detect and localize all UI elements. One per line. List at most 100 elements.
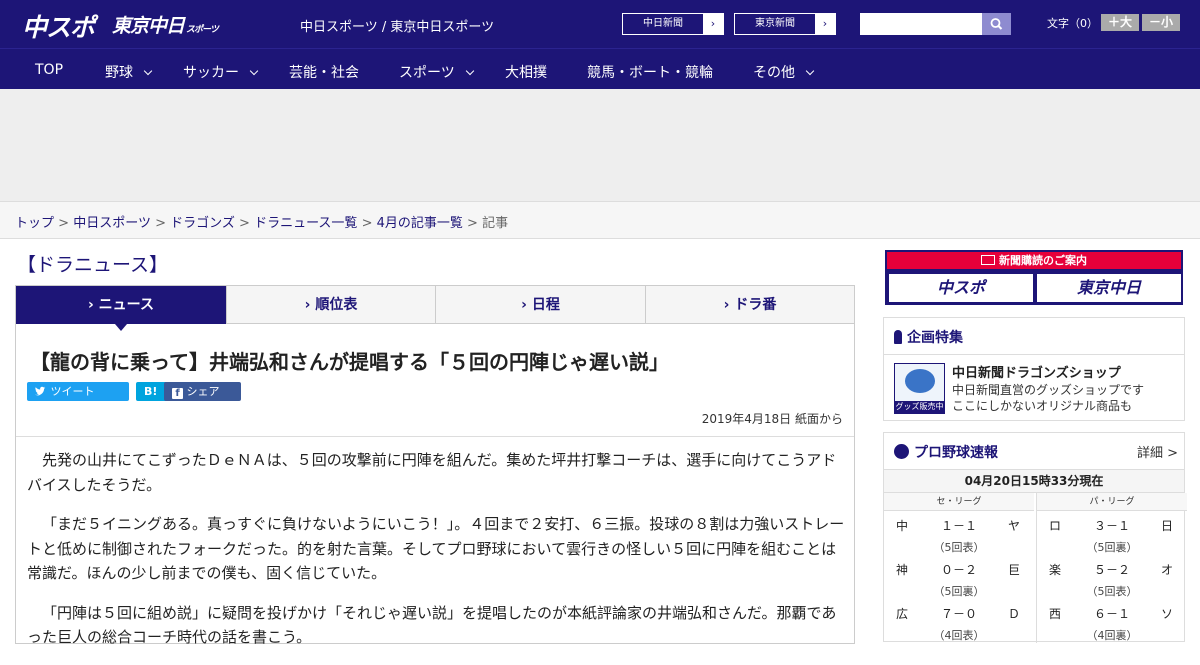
breadcrumb-dragons[interactable]: ドラゴンズ [170, 216, 235, 231]
tokyo-shimbun-label: 東京新聞 [755, 18, 795, 29]
game-score[interactable]: ロ ３－１ 日 （5回裏） [1037, 513, 1187, 557]
breadcrumb-separator: > [155, 216, 166, 231]
breadcrumb-top[interactable]: トップ [15, 216, 54, 231]
tab-label: ドラ番 [734, 297, 777, 313]
hatena-icon: B! [144, 385, 158, 398]
nav-item-sports[interactable]: スポーツ [399, 62, 474, 82]
scores-timestamp: 04月20日15時33分現在 [884, 469, 1184, 493]
away-team: Ｄ [1007, 607, 1020, 621]
nav-item-soccer[interactable]: サッカー [183, 62, 259, 82]
chevron-down-icon [805, 66, 815, 76]
tweet-label: ツイート [50, 385, 95, 398]
away-team: ヤ [1007, 519, 1020, 533]
breadcrumb-separator: > [239, 216, 250, 231]
breadcrumb-separator: > [58, 216, 70, 231]
game-status: （4回裏） [1086, 629, 1138, 642]
chunichi-shimbun-link[interactable]: 中日新聞 › [622, 13, 724, 35]
feature-heading-text: 企画特集 [907, 330, 963, 346]
article-headline: 【龍の背に乗って】井端弘和さんが提唱する「５回の円陣じゃ遅い説」 [30, 350, 669, 374]
pacific-league-label: パ・リーグ [1037, 493, 1187, 511]
away-team: 巨 [1007, 563, 1020, 577]
article-paragraph: 「円陣は５回に組め説」に疑問を投げかけ「それじゃ遅い説」を提唱したのが本紙評論家… [27, 603, 837, 647]
tab-label: 日程 [531, 297, 560, 313]
game-score[interactable]: 楽 ５－２ オ （5回表） [1037, 557, 1187, 601]
mascot-image [904, 369, 935, 393]
nav-label: 芸能・社会 [289, 65, 359, 81]
feature-desc-line: 中日新聞直営のグッズショップです [952, 383, 1145, 397]
tab-label: 順位表 [315, 297, 358, 313]
tokyo-chunichi-logo[interactable]: 東京中日 スポーツ [112, 11, 219, 38]
tab-news[interactable]: › ニュース [16, 286, 227, 331]
away-team: オ [1160, 563, 1173, 577]
facebook-icon: f [172, 388, 183, 399]
baseball-icon [894, 444, 909, 459]
tab-standings[interactable]: › 順位表 [227, 286, 436, 324]
facebook-share-button[interactable]: f シェア 58 [164, 382, 241, 417]
dragons-shop-thumbnail[interactable]: グッズ販売中 [894, 363, 945, 414]
tab-schedule[interactable]: › 日程 [436, 286, 646, 324]
font-smaller-button[interactable]: －小 [1142, 14, 1180, 31]
tokyo-logo-text: 東京中日 [112, 15, 185, 37]
tokyo-shimbun-link[interactable]: 東京新聞 › [734, 13, 836, 35]
game-score[interactable]: 神 ０－２ 巨 （5回裏） [884, 557, 1034, 601]
nav-label: 大相撲 [505, 65, 547, 81]
tab-dora-ban[interactable]: › ドラ番 [646, 286, 854, 324]
nav-item-sumo[interactable]: 大相撲 [505, 62, 547, 82]
article-date: 2019年4月18日 紙面から [701, 412, 843, 426]
subscription-banner[interactable]: 新聞購読のご案内 中スポ 東京中日 [885, 250, 1183, 305]
font-larger-button[interactable]: ＋大 [1101, 14, 1139, 31]
nav-item-top[interactable]: TOP [35, 62, 63, 78]
article-paragraph: 「まだ５イニングある。真っすぐに負けないようにいこう！」。４回まで２安打、６三振… [27, 515, 845, 582]
game-status: （5回表） [933, 541, 985, 554]
chusupo-logo[interactable]: 中スポ [22, 8, 95, 44]
breadcrumb-chunichi-sports[interactable]: 中日スポーツ [73, 216, 151, 231]
tokyo-chunichi-subscribe-logo[interactable]: 東京中日 [1037, 274, 1181, 302]
game-score[interactable]: 広 ７－０ Ｄ （4回表） [884, 601, 1034, 645]
search-button[interactable] [982, 13, 1011, 35]
scores-detail-link[interactable]: 詳細 > [1137, 442, 1178, 461]
game-status: （5回裏） [933, 585, 985, 598]
site-links[interactable]: 中日スポーツ / 東京中日スポーツ [300, 16, 494, 35]
nav-item-other[interactable]: その他 [753, 62, 815, 82]
feature-title-link[interactable]: 中日新聞ドラゴンズショップ [952, 362, 1121, 381]
chusupo-subscribe-logo[interactable]: 中スポ [889, 274, 1033, 302]
nav-item-racing[interactable]: 競馬・ボート・競輪 [587, 62, 713, 82]
nav-label: TOP [35, 62, 64, 78]
feature-desc-line: ここにしかないオリジナル商品も [952, 399, 1133, 413]
breadcrumb-april-list[interactable]: 4月の記事一覧 [377, 216, 463, 231]
nav-item-entertainment[interactable]: 芸能・社会 [289, 62, 359, 82]
subscription-banner-text: 新聞購読のご案内 [999, 254, 1087, 267]
tweet-button[interactable]: ツイート [27, 382, 129, 401]
nav-label: 野球 [105, 65, 133, 81]
divider [16, 436, 854, 437]
article-body: 先発の山井にてこずったＤｅＮＡは、５回の攻撃前に円陣を組んだ。集めた坪井打撃コー… [27, 448, 847, 665]
feature-heading: 企画特集 [894, 327, 963, 347]
scores-heading: プロ野球速報 [894, 442, 998, 462]
nav-item-baseball[interactable]: 野球 [105, 62, 153, 82]
pin-icon [894, 330, 902, 344]
font-size-label: 文字（0） [1047, 17, 1098, 30]
newspaper-icon [981, 255, 995, 265]
main-nav: TOP 野球 サッカー 芸能・社会 スポーツ 大相撲 競馬・ボート・競輪 その他 [0, 48, 1200, 89]
game-score[interactable]: 西 ６－１ ソ （4回裏） [1037, 601, 1187, 645]
game-status: （5回表） [1086, 585, 1138, 598]
game-score[interactable]: 中 １－１ ヤ （5回表） [884, 513, 1034, 557]
chevron-down-icon [465, 66, 474, 76]
away-team: ソ [1160, 607, 1173, 621]
breadcrumb-separator: > [467, 216, 478, 231]
nav-label: 競馬・ボート・競輪 [587, 65, 713, 81]
breadcrumb-news-list[interactable]: ドラニュース一覧 [254, 216, 357, 231]
game-status: （5回裏） [1086, 541, 1138, 554]
breadcrumb-separator: > [361, 216, 373, 231]
nav-label: スポーツ [399, 65, 455, 81]
news-tabs: › ニュース › 順位表 › 日程 › ドラ番 [15, 285, 855, 331]
chevron-right-icon: › [703, 14, 723, 34]
search-input[interactable] [860, 13, 983, 35]
section-title: 【ドラニュース】 [17, 254, 169, 276]
facebook-share-label: シェア [186, 385, 220, 398]
article: 【龍の背に乗って】井端弘和さんが提唱する「５回の円陣じゃ遅い説」 ツイート B!… [15, 324, 855, 646]
tokyo-logo-sub: スポーツ [186, 25, 219, 35]
away-team: 日 [1160, 519, 1173, 533]
top-bar: 中スポ 東京中日 スポーツ 中日スポーツ / 東京中日スポーツ 中日新聞 › 東京… [0, 0, 1200, 48]
article-paragraph: 先発の山井にてこずったＤｅＮＡは、５回の攻撃前に円陣を組んだ。集めた坪井打撃コー… [27, 451, 837, 494]
